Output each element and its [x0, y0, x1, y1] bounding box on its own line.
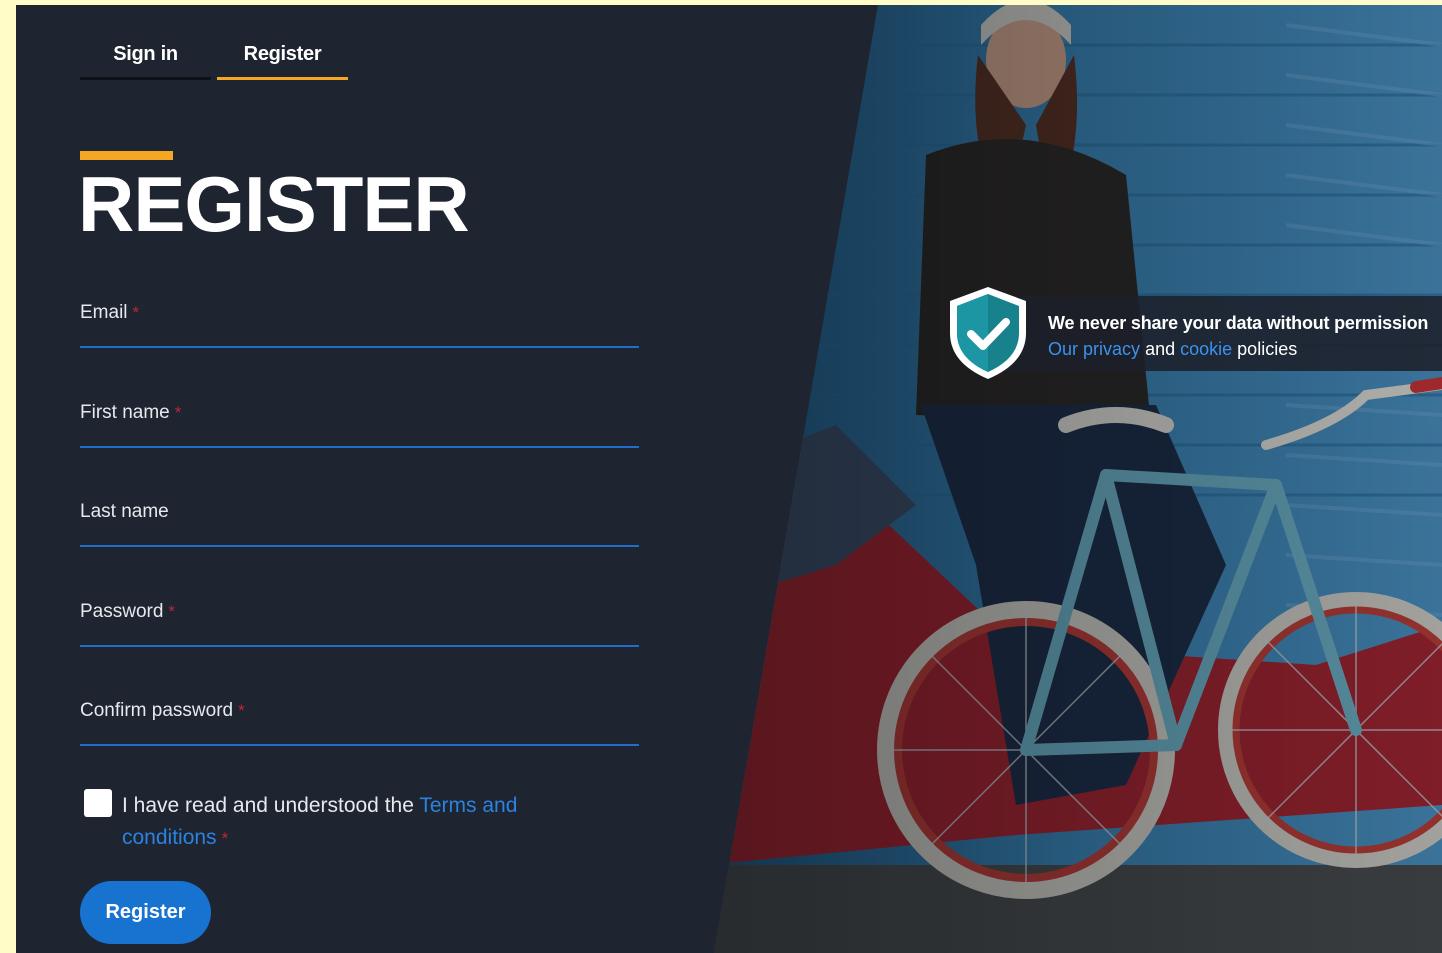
register-page: Sign in Register REGISTER Email * First n… [16, 5, 1442, 953]
terms-checkbox[interactable] [84, 789, 112, 817]
cookie-policy-link[interactable]: cookie [1180, 339, 1232, 359]
last-name-field[interactable]: Last name [80, 499, 639, 547]
password-label: Password * [80, 601, 176, 622]
privacy-suffix: policies [1237, 339, 1298, 359]
first-name-label: First name * [80, 402, 182, 423]
required-mark: * [132, 303, 140, 322]
email-label: Email * [80, 302, 140, 323]
required-mark: * [221, 829, 229, 848]
privacy-policy-link[interactable]: privacy [1083, 339, 1140, 359]
confirm-password-field[interactable]: Confirm password * [80, 698, 639, 746]
shield-check-icon [950, 287, 1026, 379]
required-mark: * [238, 701, 245, 720]
password-field[interactable]: Password * [80, 599, 639, 647]
privacy-subtitle: Our privacy and cookie policies [1048, 339, 1297, 360]
tab-register[interactable]: Register [217, 33, 348, 80]
auth-tabs: Sign in Register [80, 33, 348, 80]
confirm-password-label: Confirm password * [80, 700, 245, 721]
title-accent-bar [80, 151, 173, 160]
tab-sign-in[interactable]: Sign in [80, 33, 211, 80]
email-field[interactable]: Email * [80, 300, 639, 348]
last-name-label: Last name [80, 501, 169, 522]
privacy-title: We never share your data without permiss… [1048, 313, 1429, 333]
page-title: REGISTER [78, 160, 470, 248]
privacy-and-text: and [1145, 339, 1176, 359]
register-button[interactable]: Register [80, 881, 211, 944]
required-mark: * [174, 403, 182, 422]
terms-label: I have read and understood the Terms and… [122, 794, 518, 849]
privacy-prefix: Our [1048, 339, 1079, 359]
required-mark: * [168, 602, 176, 621]
first-name-field[interactable]: First name * [80, 400, 639, 448]
